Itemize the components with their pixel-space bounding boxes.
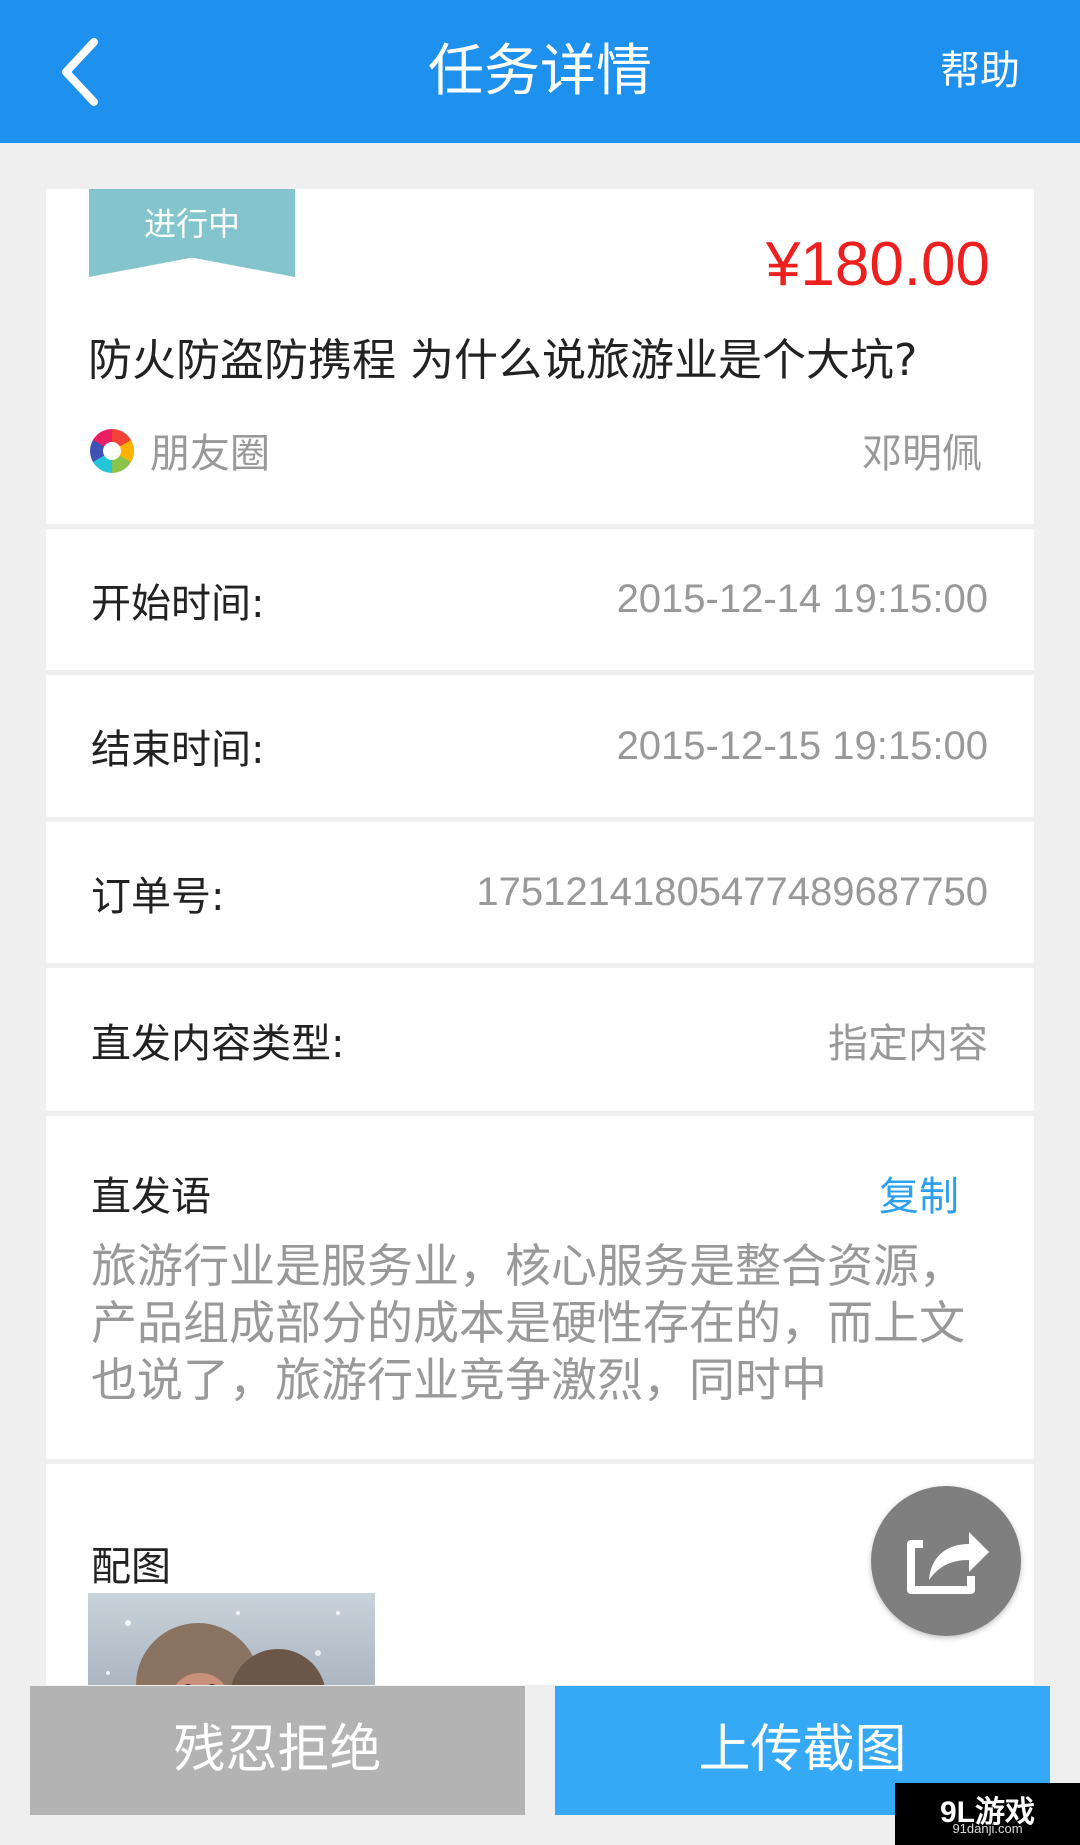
detail-value: 指定内容 <box>828 1021 988 1066</box>
share-icon <box>907 1532 989 1594</box>
message-card: 直发语 复制 旅游行业是服务业，核心服务是整合资源，产品组成部分的成本是硬性存在… <box>46 1116 1034 1459</box>
detail-value: 2015-12-14 19:15:00 <box>616 577 988 621</box>
detail-value: 17512141805477489687750 <box>476 870 988 914</box>
status-badge: 进行中 <box>89 189 295 277</box>
share-button[interactable] <box>871 1486 1021 1636</box>
message-text: 旅游行业是服务业，核心服务是整合资源，产品组成部分的成本是硬性存在的，而上文也说… <box>91 1239 965 1407</box>
detail-label: 结束时间: <box>91 727 265 773</box>
images-label: 配图 <box>91 1544 171 1590</box>
owner-name: 邓明佩 <box>862 431 982 477</box>
detail-value: 2015-12-15 19:15:00 <box>616 723 988 768</box>
detail-row-content-type: 直发内容类型: 指定内容 <box>46 968 1034 1111</box>
detail-label: 订单号: <box>91 873 225 920</box>
task-price: ¥180.00 <box>765 230 990 299</box>
watermark-sub: 91danji.com <box>952 1821 1023 1836</box>
image-thumbnail[interactable] <box>88 1593 375 1685</box>
wechat-moments-icon <box>90 429 134 473</box>
message-label: 直发语 <box>91 1174 211 1220</box>
page-title: 任务详情 <box>428 39 652 104</box>
task-title: 防火防盗防携程 为什么说旅游业是个大坑? <box>88 335 918 386</box>
detail-row-start-time: 开始时间: 2015-12-14 19:15:00 <box>46 529 1034 670</box>
reject-button[interactable]: 残忍拒绝 <box>30 1686 525 1815</box>
monkeys-photo <box>106 1611 340 1685</box>
watermark-logo: 9L游戏 91danji.com <box>895 1783 1080 1845</box>
top-bar: 任务详情 帮助 <box>0 0 1080 143</box>
task-summary-card: 进行中 ¥180.00 防火防盗防携程 为什么说旅游业是个大坑? 朋友圈 邓明佩 <box>46 189 1034 524</box>
platform-name: 朋友圈 <box>150 431 270 477</box>
detail-label: 开始时间: <box>91 580 265 627</box>
detail-row-end-time: 结束时间: 2015-12-15 19:15:00 <box>46 675 1034 817</box>
help-button[interactable]: 帮助 <box>940 0 1020 143</box>
detail-row-order-number: 订单号: 17512141805477489687750 <box>46 822 1034 963</box>
copy-button[interactable]: 复制 <box>879 1164 959 1222</box>
detail-label: 直发内容类型: <box>91 1020 345 1067</box>
